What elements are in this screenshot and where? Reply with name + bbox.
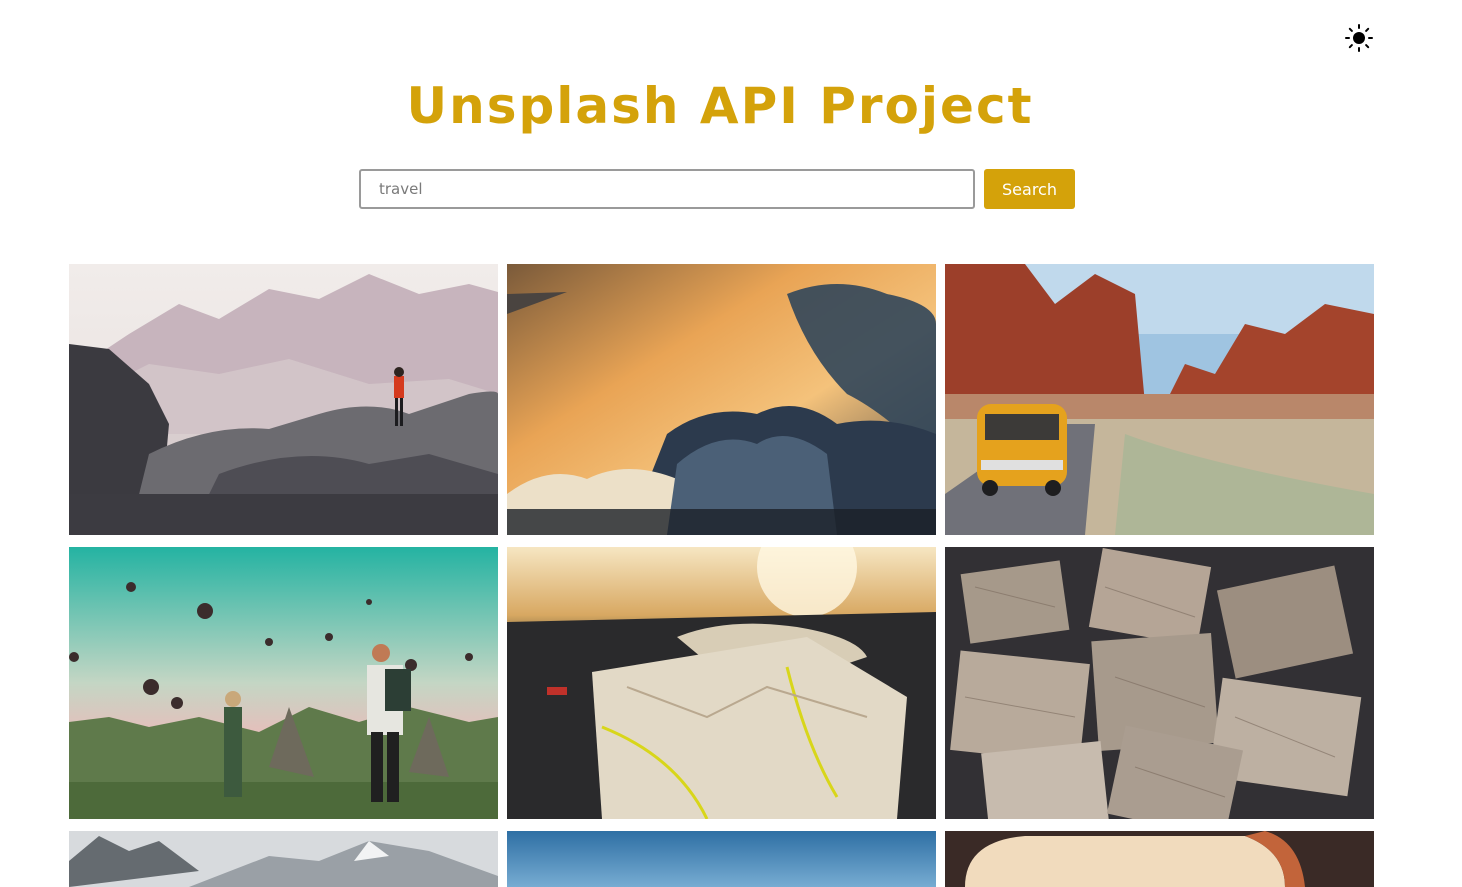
search-bar: Search <box>359 169 1075 209</box>
photo-balloons-couple[interactable] <box>69 547 498 819</box>
photo-blue-sky[interactable] <box>507 831 936 887</box>
photo-dashboard-map[interactable] <box>507 547 936 819</box>
page: Unsplash API Project Search <box>0 0 1462 887</box>
search-button[interactable]: Search <box>984 169 1075 209</box>
photo-mountain-hiker[interactable] <box>69 264 498 535</box>
page-title: Unsplash API Project <box>406 77 1034 135</box>
photo-snowy-mountains[interactable] <box>69 831 498 887</box>
photo-canyon-van-road[interactable] <box>945 264 1374 535</box>
photo-clouds-from-plane[interactable] <box>507 264 936 535</box>
photo-blurred-warm[interactable] <box>945 831 1374 887</box>
photo-scattered-maps[interactable] <box>945 547 1374 819</box>
theme-toggle-button[interactable] <box>1345 24 1373 52</box>
search-input[interactable] <box>359 169 975 209</box>
sun-icon <box>1345 24 1373 52</box>
